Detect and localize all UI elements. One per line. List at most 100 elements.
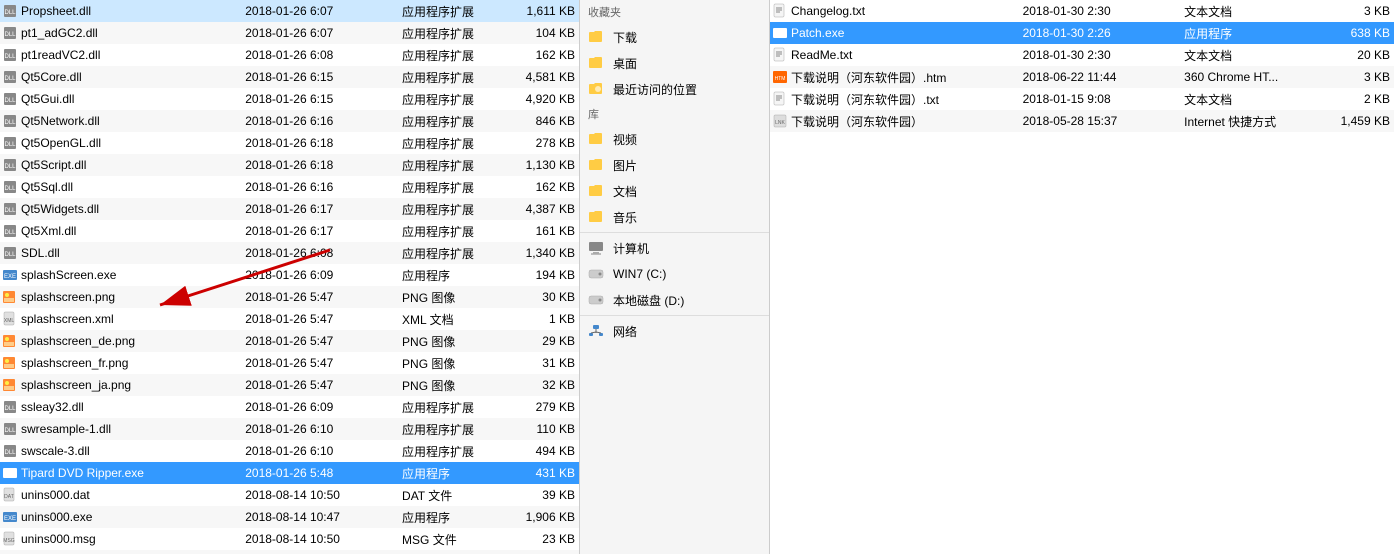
table-row[interactable]: DLL pt1_adGC2.dll 2018-01-26 6:07 应用程序扩展… bbox=[0, 22, 579, 44]
file-name-cell[interactable]: splashscreen.png bbox=[0, 286, 241, 308]
file-name-cell[interactable]: EXE splashScreen.exe bbox=[0, 264, 241, 286]
txt-icon bbox=[772, 3, 788, 19]
table-row[interactable]: DLL Qt5Sql.dll 2018-01-26 6:16 应用程序扩展 16… bbox=[0, 176, 579, 198]
file-name-cell[interactable]: splashscreen_ja.png bbox=[0, 374, 241, 396]
file-name-cell[interactable]: DLL Qt5Xml.dll bbox=[0, 220, 241, 242]
file-name-cell[interactable]: DLL Qt5Widgets.dll bbox=[0, 198, 241, 220]
table-row[interactable]: DLL pt1readVC2.dll 2018-01-26 6:08 应用程序扩… bbox=[0, 44, 579, 66]
table-row[interactable]: DLL Qt5Widgets.dll 2018-01-26 6:17 应用程序扩… bbox=[0, 198, 579, 220]
file-name-cell[interactable]: DLL Qt5Gui.dll bbox=[0, 88, 241, 110]
file-name-cell[interactable]: EXE Patch.exe bbox=[770, 22, 1019, 44]
table-row[interactable]: HTM 下载说明（河东软件园）.htm 2018-06-22 11:44 360… bbox=[770, 66, 1394, 88]
table-row[interactable]: DLL Qt5Xml.dll 2018-01-26 6:17 应用程序扩展 16… bbox=[0, 220, 579, 242]
table-row[interactable]: DLL Qt5Script.dll 2018-01-26 6:18 应用程序扩展… bbox=[0, 154, 579, 176]
exe-icon: EXE bbox=[2, 267, 18, 283]
table-row[interactable]: DLL Utility.dll 2018-01-26 6:11 应用程序扩展 2… bbox=[0, 550, 579, 554]
table-row[interactable]: DLL Qt5Gui.dll 2018-01-26 6:15 应用程序扩展 4,… bbox=[0, 88, 579, 110]
nav-item[interactable]: 计算机 bbox=[580, 235, 769, 261]
table-row[interactable]: DLL ssleay32.dll 2018-01-26 6:09 应用程序扩展 … bbox=[0, 396, 579, 418]
nav-item[interactable]: 文档 bbox=[580, 178, 769, 204]
middle-nav-panel: 收藏夹 下载 桌面 最近访问的位置 库 视频 图片 文档 音乐 计算机 WIN7… bbox=[580, 0, 770, 554]
file-name-cell[interactable]: DLL pt1_adGC2.dll bbox=[0, 22, 241, 44]
svg-text:DLL: DLL bbox=[4, 98, 16, 104]
file-size: 31 KB bbox=[495, 352, 579, 374]
file-name-cell[interactable]: DLL Qt5Sql.dll bbox=[0, 176, 241, 198]
file-name-cell[interactable]: DLL swscale-3.dll bbox=[0, 440, 241, 462]
svg-text:DLL: DLL bbox=[4, 10, 16, 16]
dll-icon: DLL bbox=[2, 201, 18, 217]
file-name-cell[interactable]: DLL swresample-1.dll bbox=[0, 418, 241, 440]
file-size: 494 KB bbox=[495, 440, 579, 462]
file-name-cell[interactable]: ReadMe.txt bbox=[770, 44, 1019, 66]
table-row[interactable]: DLL SDL.dll 2018-01-26 6:08 应用程序扩展 1,340… bbox=[0, 242, 579, 264]
file-name: ssleay32.dll bbox=[21, 400, 84, 414]
nav-item[interactable]: 图片 bbox=[580, 152, 769, 178]
file-name-cell[interactable]: DLL Utility.dll bbox=[0, 550, 241, 554]
nav-item[interactable]: 本地磁盘 (D:) bbox=[580, 287, 769, 313]
nav-item[interactable]: 音乐 bbox=[580, 204, 769, 230]
table-row[interactable]: MSG unins000.msg 2018-08-14 10:50 MSG 文件… bbox=[0, 528, 579, 550]
file-size: 24 KB bbox=[495, 550, 579, 554]
nav-item[interactable]: 最近访问的位置 bbox=[580, 76, 769, 102]
network-icon bbox=[588, 323, 604, 339]
table-row[interactable]: DLL swresample-1.dll 2018-01-26 6:10 应用程… bbox=[0, 418, 579, 440]
table-row[interactable]: DAT unins000.dat 2018-08-14 10:50 DAT 文件… bbox=[0, 484, 579, 506]
file-name-cell[interactable]: DLL ssleay32.dll bbox=[0, 396, 241, 418]
table-row[interactable]: DLL Qt5OpenGL.dll 2018-01-26 6:18 应用程序扩展… bbox=[0, 132, 579, 154]
file-size: 278 KB bbox=[495, 132, 579, 154]
nav-item[interactable]: 桌面 bbox=[580, 50, 769, 76]
table-row[interactable]: splashscreen.png 2018-01-26 5:47 PNG 图像 … bbox=[0, 286, 579, 308]
nav-item[interactable]: WIN7 (C:) bbox=[580, 261, 769, 287]
file-date: 2018-06-22 11:44 bbox=[1019, 66, 1181, 88]
file-name-cell[interactable]: DLL Qt5Network.dll bbox=[0, 110, 241, 132]
table-row[interactable]: DLL Qt5Network.dll 2018-01-26 6:16 应用程序扩… bbox=[0, 110, 579, 132]
nav-item[interactable]: 视频 bbox=[580, 126, 769, 152]
file-name-cell[interactable]: LNK 下载说明（河东软件园） bbox=[770, 110, 1019, 132]
table-row[interactable]: Changelog.txt 2018-01-30 2:30 文本文档 3 KB bbox=[770, 0, 1394, 22]
file-name-cell[interactable]: Changelog.txt bbox=[770, 0, 1019, 22]
table-row[interactable]: DLL swscale-3.dll 2018-01-26 6:10 应用程序扩展… bbox=[0, 440, 579, 462]
nav-item[interactable]: 下载 bbox=[580, 24, 769, 50]
file-name: pt1_adGC2.dll bbox=[21, 26, 98, 40]
table-row[interactable]: splashscreen_de.png 2018-01-26 5:47 PNG … bbox=[0, 330, 579, 352]
svg-text:XML: XML bbox=[4, 318, 15, 324]
table-row[interactable]: 下载说明（河东软件园）.txt 2018-01-15 9:08 文本文档 2 K… bbox=[770, 88, 1394, 110]
table-row[interactable]: DLL Propsheet.dll 2018-01-26 6:07 应用程序扩展… bbox=[0, 0, 579, 22]
file-name-cell[interactable]: DLL Propsheet.dll bbox=[0, 0, 241, 22]
file-date: 2018-01-26 6:08 bbox=[241, 242, 398, 264]
table-row[interactable]: EXE splashScreen.exe 2018-01-26 6:09 应用程… bbox=[0, 264, 579, 286]
file-name-cell[interactable]: DAT unins000.dat bbox=[0, 484, 241, 506]
file-type: PNG 图像 bbox=[398, 286, 495, 308]
file-size: 4,920 KB bbox=[495, 88, 579, 110]
table-row[interactable]: splashscreen_ja.png 2018-01-26 5:47 PNG … bbox=[0, 374, 579, 396]
table-row[interactable]: DLL Qt5Core.dll 2018-01-26 6:15 应用程序扩展 4… bbox=[0, 66, 579, 88]
file-name-cell[interactable]: 下载说明（河东软件园）.txt bbox=[770, 88, 1019, 110]
file-name-cell[interactable]: HTM 下载说明（河东软件园）.htm bbox=[770, 66, 1019, 88]
table-row[interactable]: LNK 下载说明（河东软件园） 2018-05-28 15:37 Interne… bbox=[770, 110, 1394, 132]
file-name-cell[interactable]: splashscreen_fr.png bbox=[0, 352, 241, 374]
folder-music-icon bbox=[588, 209, 604, 225]
file-name-cell[interactable]: DLL Qt5OpenGL.dll bbox=[0, 132, 241, 154]
nav-item-label: 计算机 bbox=[613, 240, 649, 257]
file-name-cell[interactable]: MSG unins000.msg bbox=[0, 528, 241, 550]
file-type: 应用程序扩展 bbox=[398, 176, 495, 198]
file-name-cell[interactable]: EXE Tipard DVD Ripper.exe bbox=[0, 462, 241, 484]
file-name-cell[interactable]: DLL pt1readVC2.dll bbox=[0, 44, 241, 66]
table-row[interactable]: ReadMe.txt 2018-01-30 2:30 文本文档 20 KB bbox=[770, 44, 1394, 66]
file-name-cell[interactable]: splashscreen_de.png bbox=[0, 330, 241, 352]
table-row[interactable]: XML splashscreen.xml 2018-01-26 5:47 XML… bbox=[0, 308, 579, 330]
table-row[interactable]: EXE Tipard DVD Ripper.exe 2018-01-26 5:4… bbox=[0, 462, 579, 484]
nav-item[interactable]: 网络 bbox=[580, 318, 769, 344]
file-name-cell[interactable]: DLL SDL.dll bbox=[0, 242, 241, 264]
file-name-cell[interactable]: EXE unins000.exe bbox=[0, 506, 241, 528]
nav-section-header: 库 bbox=[580, 102, 769, 126]
exe-icon: EXE bbox=[772, 25, 788, 41]
table-row[interactable]: EXE unins000.exe 2018-08-14 10:47 应用程序 1… bbox=[0, 506, 579, 528]
file-name-cell[interactable]: DLL Qt5Core.dll bbox=[0, 66, 241, 88]
table-row[interactable]: EXE Patch.exe 2018-01-30 2:26 应用程序 638 K… bbox=[770, 22, 1394, 44]
nav-item-label: 本地磁盘 (D:) bbox=[613, 292, 684, 309]
table-row[interactable]: splashscreen_fr.png 2018-01-26 5:47 PNG … bbox=[0, 352, 579, 374]
file-name: 下载说明（河东软件园）.htm bbox=[791, 69, 946, 86]
file-name-cell[interactable]: XML splashscreen.xml bbox=[0, 308, 241, 330]
file-name-cell[interactable]: DLL Qt5Script.dll bbox=[0, 154, 241, 176]
